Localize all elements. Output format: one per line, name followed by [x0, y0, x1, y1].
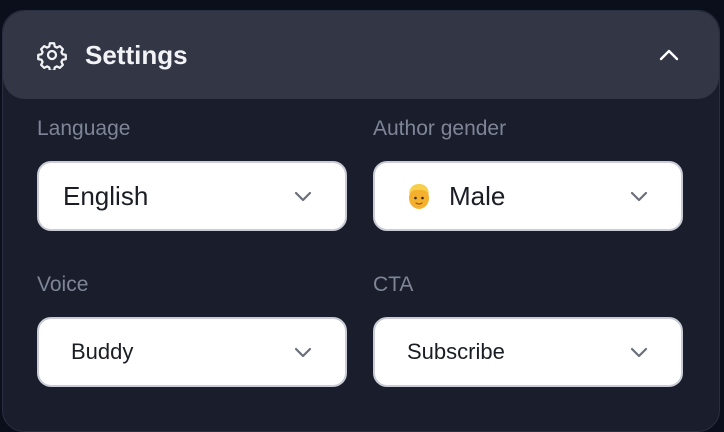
author-gender-value: Male	[449, 180, 506, 211]
settings-title: Settings	[85, 39, 188, 70]
author-gender-select[interactable]: Male	[373, 161, 683, 231]
chevron-down-icon	[630, 191, 648, 202]
language-label: Language	[37, 117, 131, 140]
cta-select[interactable]: Subscribe	[373, 317, 683, 387]
voice-value: Buddy	[71, 339, 134, 364]
cta-label: CTA	[373, 273, 414, 296]
chevron-up-icon[interactable]	[657, 43, 681, 67]
chevron-down-icon	[294, 191, 312, 202]
settings-panel: Settings Language English Author gender …	[2, 10, 720, 432]
person-blond-hair-emoji	[409, 184, 429, 209]
author-gender-label: Author gender	[373, 117, 507, 140]
gear-icon	[37, 42, 67, 70]
chevron-down-icon	[294, 347, 312, 358]
voice-select[interactable]: Buddy	[37, 317, 347, 387]
language-select[interactable]: English	[37, 161, 347, 231]
language-value: English	[63, 180, 149, 211]
cta-value: Subscribe	[407, 339, 505, 364]
voice-label: Voice	[37, 273, 89, 296]
settings-header[interactable]: Settings	[3, 11, 719, 99]
chevron-down-icon	[630, 347, 648, 358]
